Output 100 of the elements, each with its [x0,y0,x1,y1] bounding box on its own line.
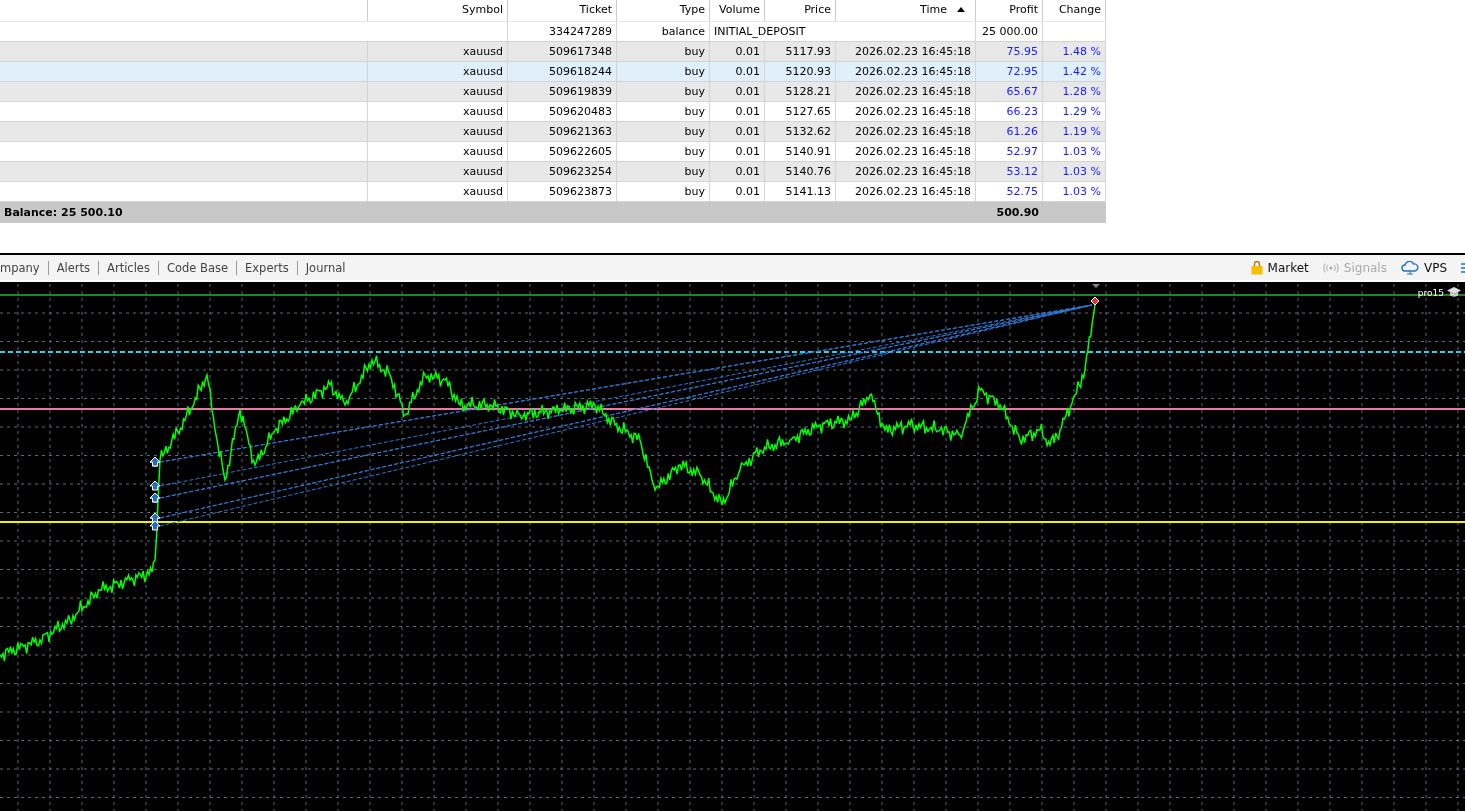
table-cell: 2026.02.23 16:45:18 [855,125,971,138]
cloud-icon [1400,260,1419,275]
column-header[interactable]: Profit [1009,3,1038,16]
toolbox-tab[interactable]: Alerts [56,260,91,275]
broadcast-icon [1322,262,1339,273]
buy-arrow-icon [149,480,161,491]
sell-marker-icon [1090,296,1100,306]
column-header[interactable]: Time [920,3,947,16]
table-cell: 509618244 [549,65,612,78]
menu-icon[interactable] [1461,261,1465,274]
toolbar-link[interactable]: VPS [1423,260,1447,275]
table-cell: xauusd [463,65,503,78]
table-cell: 1.29 % [1062,105,1101,118]
column-header[interactable]: Symbol [462,3,503,16]
table-row[interactable]: xauusd 509620483 buy 0.01 5127.65 2026.02.23 16:45:18 66.23 1.29 % [0,102,1106,122]
table-cell: 334247289 [549,25,612,38]
table-row[interactable]: xauusd 509619839 buy 0.01 5128.21 2026.02.23 16:45:18 65.67 1.28 % [0,82,1106,102]
table-cell: buy [684,185,705,198]
table-cell: 5140.91 [785,145,831,158]
table-cell: 5141.13 [785,185,831,198]
table-cell: 0.01 [735,85,760,98]
table-cell: 52.75 [1006,185,1038,198]
table-cell: 2026.02.23 16:45:18 [855,105,971,118]
table-row[interactable]: xauusd 509618244 buy 0.01 5120.93 2026.02.23 16:45:18 72.95 1.42 % [0,62,1106,82]
toolbox-tab[interactable]: Code Base [166,260,229,275]
table-cell: 509620483 [549,105,612,118]
toolbar-link[interactable]: Market [1267,260,1309,275]
table-cell: xauusd [463,185,503,198]
table-cell: 2026.02.23 16:45:18 [855,85,971,98]
table-cell: xauusd [463,145,503,158]
table-cell: 0.01 [735,125,760,138]
table-cell: buy [684,105,705,118]
table-cell: 509623254 [549,165,612,178]
column-header[interactable]: Change [1058,3,1101,16]
toolbox-tab[interactable]: Articles [107,260,150,275]
table-cell: 5140.76 [785,165,831,178]
table-cell: 2026.02.23 16:45:18 [855,145,971,158]
buy-arrow-icon [149,520,161,531]
table-cell: 1.28 % [1062,85,1101,98]
column-header[interactable]: Type [679,3,705,16]
table-cell: 1.03 % [1062,145,1101,158]
balance-total: Balance: 25 500.10 [4,206,123,219]
table-cell: 2026.02.23 16:45:18 [855,185,971,198]
graduation-cap-icon [1447,287,1461,298]
table-cell: xauusd [463,105,503,118]
table-cell: 1.42 % [1062,65,1101,78]
table-cell: buy [684,145,705,158]
table-cell: xauusd [463,85,503,98]
table-row[interactable]: xauusd 509623254 buy 0.01 5140.76 2026.02.23 16:45:18 53.12 1.03 % [0,162,1106,182]
table-cell: 5120.93 [785,65,831,78]
table-cell: 5128.21 [785,85,831,98]
table-cell: buy [684,125,705,138]
profit-total: 500.90 [996,206,1039,219]
table-cell: 5127.65 [785,105,831,118]
table-cell: 1.03 % [1062,185,1101,198]
column-header[interactable]: Volume [719,3,760,16]
table-cell: 75.95 [1006,45,1038,58]
table-cell: 5117.93 [785,45,831,58]
table-cell: 0.01 [735,165,760,178]
toolbox-tab[interactable]: Journal [305,260,346,275]
table-row[interactable]: xauusd 509622605 buy 0.01 5140.91 2026.02.23 16:45:18 52.97 1.03 % [0,142,1106,162]
table-cell: xauusd [463,125,503,138]
table-cell: 61.26 [1006,125,1038,138]
table-cell: 0.01 [735,145,760,158]
table-cell: 2026.02.23 16:45:18 [855,65,971,78]
table-cell: 5132.62 [785,125,831,138]
table-cell: 72.95 [1006,65,1038,78]
table-cell: 0.01 [735,105,760,118]
table-cell: 0.01 [735,45,760,58]
table-cell: 509619839 [549,85,612,98]
table-cell: 509622605 [549,145,612,158]
table-cell: buy [684,65,705,78]
sort-arrow-icon [957,7,965,12]
table-cell: 1.03 % [1062,165,1101,178]
table-row[interactable]: xauusd 509617348 buy 0.01 5117.93 2026.02.23 16:45:18 75.95 1.48 % [0,42,1106,62]
scroll-marker-icon [1092,284,1100,288]
toolbox-tab[interactable]: Experts [245,260,289,275]
table-cell: balance [661,25,705,38]
table-cell: 1.48 % [1062,45,1101,58]
table-cell: 2026.02.23 16:45:18 [855,165,971,178]
table-cell: 509621363 [549,125,612,138]
table-cell: 25 000.00 [982,25,1038,38]
table-cell: 66.23 [1006,105,1038,118]
column-header[interactable]: Price [804,3,831,16]
table-row[interactable]: xauusd 509623873 buy 0.01 5141.13 2026.02.23 16:45:18 52.75 1.03 % [0,182,1106,202]
table-cell: 65.67 [1006,85,1038,98]
table-cell: 0.01 [735,65,760,78]
table-cell: xauusd [463,165,503,178]
toolbox-tab[interactable]: mpany [0,260,40,275]
table-cell: INITIAL_DEPOSIT [714,25,806,38]
table-cell: 1.19 % [1062,125,1101,138]
column-header[interactable]: Ticket [579,3,612,16]
table-cell: 509623873 [549,185,612,198]
table-cell: 2026.02.23 16:45:18 [855,45,971,58]
table-row[interactable]: xauusd 509621363 buy 0.01 5132.62 2026.02.23 16:45:18 61.26 1.19 % [0,122,1106,142]
table-cell: xauusd [463,45,503,58]
table-cell: buy [684,85,705,98]
table-cell: 509617348 [549,45,612,58]
table-cell: 52.97 [1006,145,1038,158]
account-label: pro15 [1417,287,1444,298]
